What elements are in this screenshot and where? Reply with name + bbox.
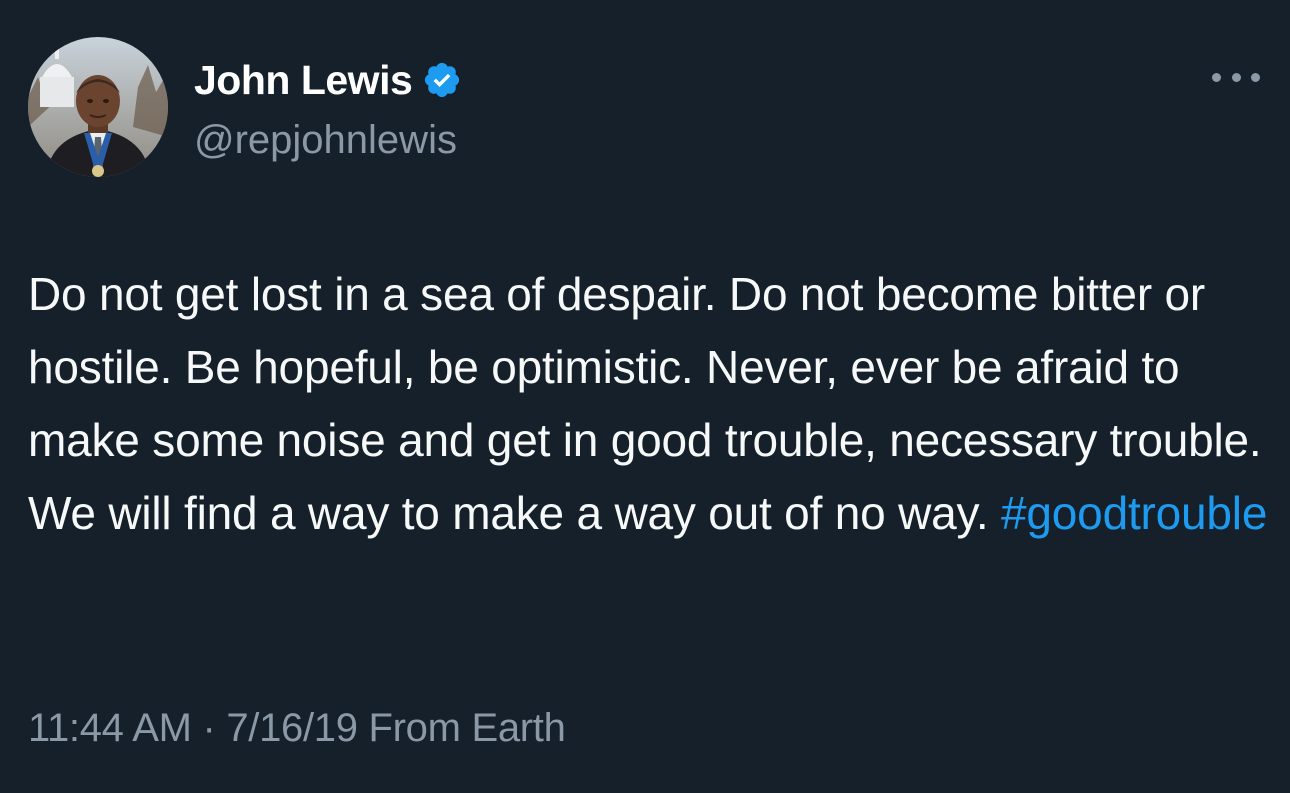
tweet-card: John Lewis @repjohnlewis Do not get lost… bbox=[0, 0, 1290, 793]
more-options-button[interactable] bbox=[1212, 62, 1260, 92]
avatar[interactable] bbox=[28, 37, 168, 177]
more-dot-icon bbox=[1212, 72, 1221, 82]
tweet-metadata: 11:44 AM · 7/16/19 From Earth bbox=[28, 700, 566, 756]
avatar-image bbox=[28, 37, 168, 177]
tweet-time[interactable]: 11:44 AM bbox=[28, 706, 192, 750]
tweet-text: Do not get lost in a sea of despair. Do … bbox=[28, 258, 1268, 550]
more-dot-icon bbox=[1231, 72, 1241, 82]
meta-separator: · bbox=[202, 706, 216, 750]
more-dot-icon bbox=[1251, 72, 1260, 82]
hashtag-link[interactable]: #goodtrouble bbox=[1001, 487, 1267, 539]
author-name-row: John Lewis bbox=[194, 56, 462, 104]
tweet-date[interactable]: 7/16/19 bbox=[226, 706, 358, 750]
verified-badge-icon bbox=[422, 60, 462, 100]
author-handle[interactable]: @repjohnlewis bbox=[194, 116, 457, 164]
tweet-source: From Earth bbox=[368, 706, 566, 750]
author-display-name[interactable]: John Lewis bbox=[194, 56, 413, 104]
